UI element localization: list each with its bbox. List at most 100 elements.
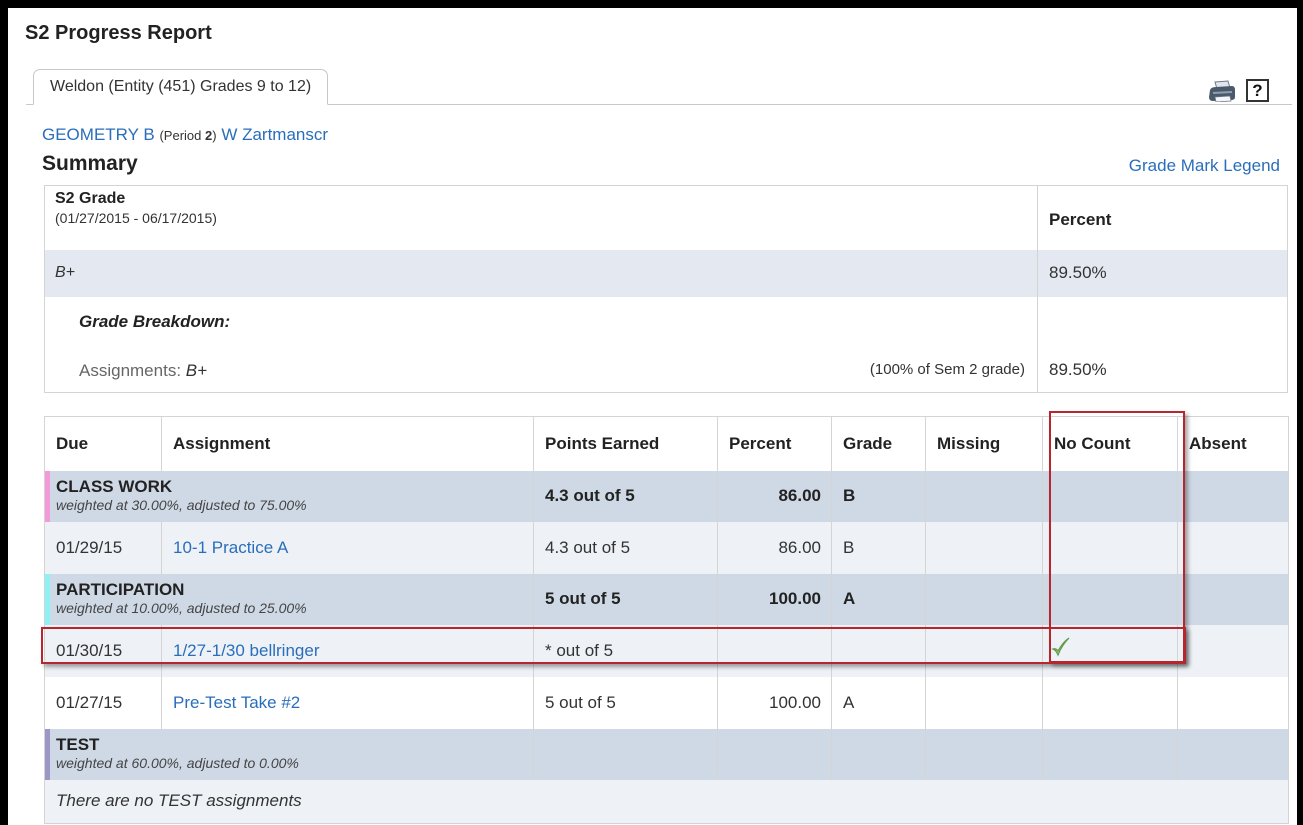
grade-mark-legend-link[interactable]: Grade Mark Legend xyxy=(1129,156,1280,176)
progress-report-panel: S2 Progress Report Weldon (Entity (451) … xyxy=(8,8,1297,825)
category-name: CLASS WORK xyxy=(56,477,173,496)
category-grade xyxy=(831,728,926,780)
summary-column-divider xyxy=(1037,186,1038,392)
assignments-weight: (100% of Sem 2 grade) xyxy=(869,361,1025,378)
col-header-points-earned[interactable]: Points Earned xyxy=(533,416,718,471)
category-percent: 100.00 xyxy=(717,573,832,625)
category-grade: B xyxy=(831,470,926,522)
assignment-cell: 1/27-1/30 bellringer xyxy=(161,624,534,677)
assignment-link[interactable]: 10-1 Practice A xyxy=(173,538,288,557)
assignments-breakdown: Assignments: B+ xyxy=(79,361,207,381)
assignments-percent: 89.50% xyxy=(1049,360,1107,379)
category-absent xyxy=(1177,728,1289,780)
points-earned: * out of 5 xyxy=(533,624,718,677)
col-header-percent[interactable]: Percent xyxy=(717,416,832,471)
assignments-table: Due Assignment Points Earned Percent Gra… xyxy=(44,416,1289,824)
col-header-grade[interactable]: Grade xyxy=(831,416,926,471)
table-row: 01/29/15 10-1 Practice A 4.3 out of 5 86… xyxy=(44,521,1289,574)
help-icon[interactable]: ? xyxy=(1246,79,1269,102)
category-cell: TEST weighted at 60.00%, adjusted to 0.0… xyxy=(44,728,534,780)
grade-value xyxy=(831,624,926,677)
assignment-link[interactable]: Pre-Test Take #2 xyxy=(173,693,300,712)
grade-value: B xyxy=(831,521,926,574)
category-row-test: TEST weighted at 60.00%, adjusted to 0.0… xyxy=(44,728,1289,780)
category-cell: CLASS WORK weighted at 30.00%, adjusted … xyxy=(44,470,534,522)
category-row-participation: PARTICIPATION weighted at 10.00%, adjust… xyxy=(44,573,1289,625)
summary-heading: Summary xyxy=(42,152,138,175)
percent-value: 100.00 xyxy=(717,676,832,729)
page-title: S2 Progress Report xyxy=(25,22,212,44)
printer-icon[interactable] xyxy=(1208,80,1236,102)
assignments-label: Assignments: xyxy=(79,361,182,380)
no-count-cell xyxy=(1042,521,1178,574)
due-date: 01/29/15 xyxy=(44,521,162,574)
period-suffix: ) xyxy=(212,128,217,143)
category-missing xyxy=(925,573,1043,625)
grade-date-range: (01/27/2015 - 06/17/2015) xyxy=(55,210,217,226)
category-name: PARTICIPATION xyxy=(56,580,185,599)
assignment-cell: Pre-Test Take #2 xyxy=(161,676,534,729)
category-percent: 86.00 xyxy=(717,470,832,522)
category-color-bar xyxy=(45,573,50,625)
points-earned: 4.3 out of 5 xyxy=(533,521,718,574)
category-no-count xyxy=(1042,470,1178,522)
empty-category-message: There are no TEST assignments xyxy=(44,779,1289,824)
category-no-count xyxy=(1042,573,1178,625)
table-header-row: Due Assignment Points Earned Percent Gra… xyxy=(44,416,1289,471)
missing-cell xyxy=(925,521,1043,574)
category-percent xyxy=(717,728,832,780)
absent-cell xyxy=(1177,624,1289,677)
course-header: GEOMETRY B (Period 2) W Zartmanscr xyxy=(42,125,328,145)
table-row: 01/30/15 1/27-1/30 bellringer * out of 5 xyxy=(44,624,1289,677)
assignments-grade: B+ xyxy=(185,361,208,380)
category-name: TEST xyxy=(56,735,100,754)
col-header-assignment[interactable]: Assignment xyxy=(161,416,534,471)
overall-grade-row: B+ 89.50% xyxy=(45,250,1287,297)
category-color-bar xyxy=(45,728,50,780)
category-color-bar xyxy=(45,470,50,522)
category-cell: PARTICIPATION weighted at 10.00%, adjust… xyxy=(44,573,534,625)
due-date: 01/30/15 xyxy=(44,624,162,677)
grade-value: A xyxy=(831,676,926,729)
assignment-cell: 10-1 Practice A xyxy=(161,521,534,574)
table-row: 01/27/15 Pre-Test Take #2 5 out of 5 100… xyxy=(44,676,1289,729)
period-prefix: (Period xyxy=(159,128,205,143)
no-count-check-icon xyxy=(1051,637,1070,657)
category-no-count xyxy=(1042,728,1178,780)
col-header-no-count[interactable]: No Count xyxy=(1042,416,1178,471)
grade-breakdown-label: Grade Breakdown: xyxy=(79,312,231,331)
percent-value: 86.00 xyxy=(717,521,832,574)
course-period: (Period 2) xyxy=(159,128,216,143)
missing-cell xyxy=(925,676,1043,729)
due-date: 01/27/15 xyxy=(44,676,162,729)
category-missing xyxy=(925,470,1043,522)
absent-cell xyxy=(1177,676,1289,729)
summary-box: S2 Grade (01/27/2015 - 06/17/2015) Perce… xyxy=(44,185,1288,393)
category-weight: weighted at 10.00%, adjusted to 25.00% xyxy=(56,600,307,616)
category-points: 4.3 out of 5 xyxy=(533,470,718,522)
empty-category-row: There are no TEST assignments xyxy=(44,779,1289,824)
overall-percent: 89.50% xyxy=(1049,263,1107,282)
category-grade: A xyxy=(831,573,926,625)
teacher-link[interactable]: W Zartmanscr xyxy=(221,125,328,144)
assignment-link[interactable]: 1/27-1/30 bellringer xyxy=(173,641,319,660)
percent-header: Percent xyxy=(1049,210,1112,229)
category-weight: weighted at 30.00%, adjusted to 75.00% xyxy=(56,497,307,513)
category-points: 5 out of 5 xyxy=(533,573,718,625)
no-count-cell xyxy=(1042,676,1178,729)
course-name-link[interactable]: GEOMETRY B xyxy=(42,125,155,144)
category-absent xyxy=(1177,573,1289,625)
col-header-missing[interactable]: Missing xyxy=(925,416,1043,471)
points-earned: 5 out of 5 xyxy=(533,676,718,729)
category-missing xyxy=(925,728,1043,780)
category-row-class-work: CLASS WORK weighted at 30.00%, adjusted … xyxy=(44,470,1289,522)
category-weight: weighted at 60.00%, adjusted to 0.00% xyxy=(56,755,299,771)
percent-value xyxy=(717,624,832,677)
absent-cell xyxy=(1177,521,1289,574)
col-header-absent[interactable]: Absent xyxy=(1177,416,1289,471)
tab-entity[interactable]: Weldon (Entity (451) Grades 9 to 12) xyxy=(33,69,329,105)
col-header-due[interactable]: Due xyxy=(44,416,162,471)
category-points xyxy=(533,728,718,780)
overall-grade: B+ xyxy=(55,264,76,281)
category-absent xyxy=(1177,470,1289,522)
